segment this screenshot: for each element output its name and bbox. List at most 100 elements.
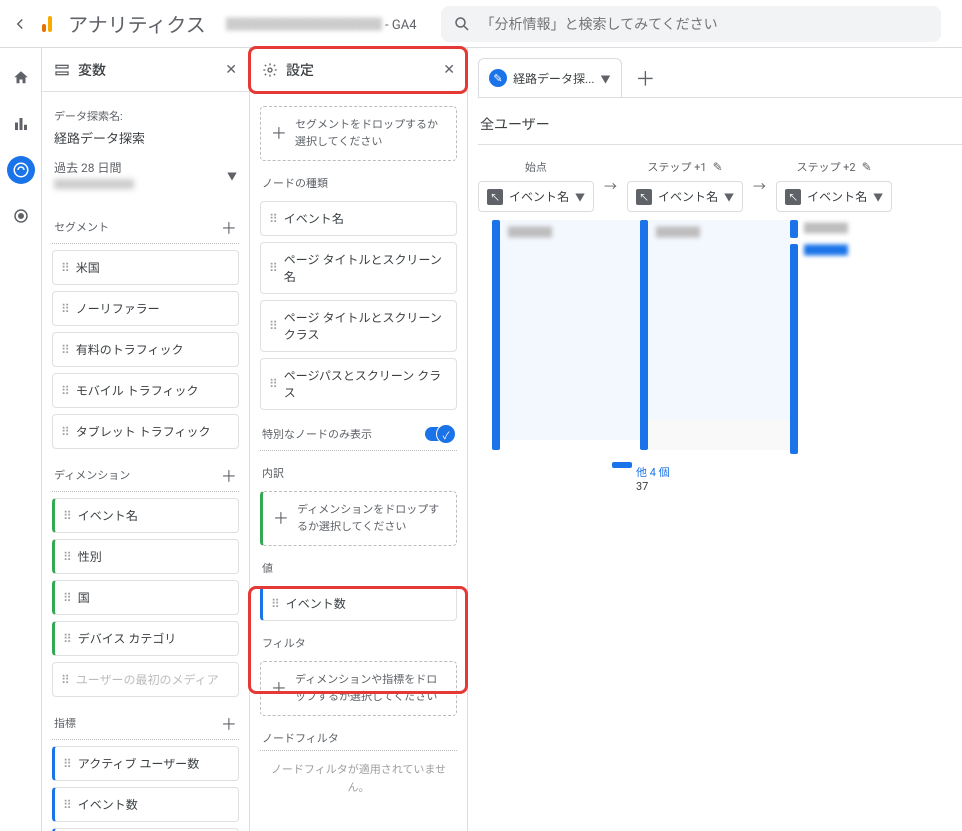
node-filter-label: ノードフィルタ [260, 730, 457, 751]
drag-handle-icon: ⠿ [271, 597, 278, 611]
search-box[interactable] [441, 6, 941, 42]
dimension-chip[interactable]: ⠿国 [52, 580, 239, 615]
nav-reports-icon[interactable] [7, 110, 35, 138]
chevron-down-icon: ▼ [575, 189, 585, 204]
drag-handle-icon: ⠿ [61, 425, 68, 439]
node-filter-empty-text: ノードフィルタが適用されていません。 [260, 761, 457, 796]
step-2-label: ステップ +2 [796, 159, 855, 175]
special-nodes-label: 特別なノードのみ表示 [262, 426, 372, 442]
close-settings-button[interactable]: ✕ [443, 62, 455, 78]
node-select-start[interactable]: ↖ イベント名 ▼ [478, 181, 594, 212]
settings-title: 設定 [286, 60, 314, 80]
sankey-node[interactable] [640, 220, 648, 450]
drag-handle-icon: ⠿ [61, 261, 68, 275]
sankey-flow [500, 220, 640, 440]
add-tab-button[interactable]: ＋ [628, 60, 664, 96]
search-input[interactable] [481, 16, 929, 32]
chevron-down-icon: ▼ [601, 71, 611, 86]
variables-icon [54, 62, 70, 78]
sankey-chart: ████ ████ ████ ████ 他 4 個 37 [478, 220, 962, 500]
drag-handle-icon: ⠿ [63, 798, 70, 812]
drag-handle-icon: ⠿ [269, 261, 276, 275]
date-range-select[interactable]: 過去 28 日間 ████████ ▼ [52, 155, 239, 201]
arrow-right-icon: → [604, 176, 617, 195]
metric-chip[interactable]: ⠿アクティブ ユーザー数 [52, 746, 239, 781]
other-items-link[interactable]: 他 4 個 [636, 464, 670, 480]
filter-label: フィルタ [260, 635, 457, 655]
sankey-flow [648, 220, 790, 420]
search-icon [453, 15, 471, 33]
node-type-chip[interactable]: ⠿ページ タイトルとスクリーン クラス [260, 300, 457, 352]
node-type-chip[interactable]: ⠿イベント名 [260, 201, 457, 236]
values-chip[interactable]: ⠿イベント数 [260, 586, 457, 621]
dimension-chip[interactable]: ⠿イベント名 [52, 498, 239, 533]
node-type-chip[interactable]: ⠿ページ タイトルとスクリーン名 [260, 242, 457, 294]
nav-explore-icon[interactable] [7, 156, 35, 184]
drag-handle-icon: ⠿ [63, 550, 70, 564]
metric-chip[interactable]: ⠿イベント数 [52, 787, 239, 822]
brand-text: アナリティクス [68, 9, 206, 38]
sankey-node[interactable] [612, 462, 632, 468]
other-items-count: 37 [636, 480, 670, 493]
close-variables-button[interactable]: ✕ [225, 62, 237, 78]
sankey-node[interactable] [790, 220, 798, 238]
drag-handle-icon: ⠿ [61, 673, 68, 687]
step-1-label: ステップ +1 [647, 159, 706, 175]
back-button[interactable] [8, 12, 32, 36]
drag-handle-icon: ⠿ [61, 302, 68, 316]
variables-title: 変数 [78, 60, 106, 80]
nav-home-icon[interactable] [7, 64, 35, 92]
add-segment-button[interactable]: ＋ [221, 215, 237, 239]
drag-handle-icon: ⠿ [63, 757, 70, 771]
pencil-icon[interactable]: ✎ [862, 160, 872, 174]
drag-handle-icon: ⠿ [63, 632, 70, 646]
segment-chip[interactable]: ⠿タブレット トラフィック [52, 414, 239, 449]
filter-dropzone[interactable]: ＋ ディメンションや指標をドロップするか選択してください [260, 661, 457, 716]
node-select-step1[interactable]: ↖ イベント名 ▼ [627, 181, 743, 212]
arrow-right-icon: → [753, 176, 766, 195]
drag-handle-icon: ⠿ [63, 509, 70, 523]
plus-icon: ＋ [273, 507, 289, 531]
dimension-chip[interactable]: ⠿性別 [52, 539, 239, 574]
dimension-chip[interactable]: ⠿デバイス カテゴリ [52, 621, 239, 656]
segment-chip[interactable]: ⠿モバイル トラフィック [52, 373, 239, 408]
segment-chip[interactable]: ⠿有料のトラフィック [52, 332, 239, 367]
dimension-chip[interactable]: ⠿ユーザーの最初のメディア [52, 662, 239, 697]
add-metric-button[interactable]: ＋ [221, 711, 237, 735]
ga-logo [40, 14, 60, 34]
viz-title: 全ユーザー [478, 98, 962, 145]
plus-icon: ＋ [271, 122, 287, 146]
exploration-name-label: データ探索名: [54, 108, 237, 124]
property-name[interactable]: ████████████ - GA4 [226, 14, 417, 33]
chevron-down-icon: ▼ [873, 189, 883, 204]
dimensions-title: ディメンション [54, 467, 130, 483]
node-type-chip[interactable]: ⠿ページパスとスクリーン クラス [260, 358, 457, 410]
plus-icon: ＋ [271, 677, 287, 701]
values-label: 値 [260, 560, 457, 580]
exploration-tab[interactable]: ✎ 経路データ探... ▼ [478, 58, 622, 98]
sankey-node[interactable] [790, 244, 798, 454]
metrics-title: 指標 [54, 715, 76, 731]
step-start-label: 始点 [525, 159, 547, 175]
drag-handle-icon: ⠿ [269, 377, 276, 391]
segment-chip[interactable]: ⠿米国 [52, 250, 239, 285]
segments-title: セグメント [54, 219, 109, 235]
breakdown-label: 内訳 [260, 465, 457, 485]
pencil-icon[interactable]: ✎ [713, 160, 723, 174]
exploration-name-value[interactable]: 経路データ探索 [52, 128, 239, 155]
add-dimension-button[interactable]: ＋ [221, 463, 237, 487]
special-nodes-toggle[interactable] [425, 427, 455, 441]
node-type-label: ノードの種類 [260, 175, 457, 195]
chevron-down-icon: ▼ [724, 189, 734, 204]
node-select-step2[interactable]: ↖ イベント名 ▼ [776, 181, 892, 212]
sankey-node[interactable] [492, 220, 500, 450]
sankey-flow [648, 420, 790, 450]
drag-handle-icon: ⠿ [63, 591, 70, 605]
drag-handle-icon: ⠿ [269, 319, 276, 333]
breakdown-dropzone[interactable]: ＋ ディメンションをドロップするか選択してください [260, 491, 457, 546]
segment-chip[interactable]: ⠿ノーリファラー [52, 291, 239, 326]
nav-advertising-icon[interactable] [7, 202, 35, 230]
segment-dropzone[interactable]: ＋ セグメントをドロップするか選択してください [260, 106, 457, 161]
chevron-down-icon: ▼ [227, 168, 237, 183]
cursor-icon: ↖ [636, 189, 652, 205]
